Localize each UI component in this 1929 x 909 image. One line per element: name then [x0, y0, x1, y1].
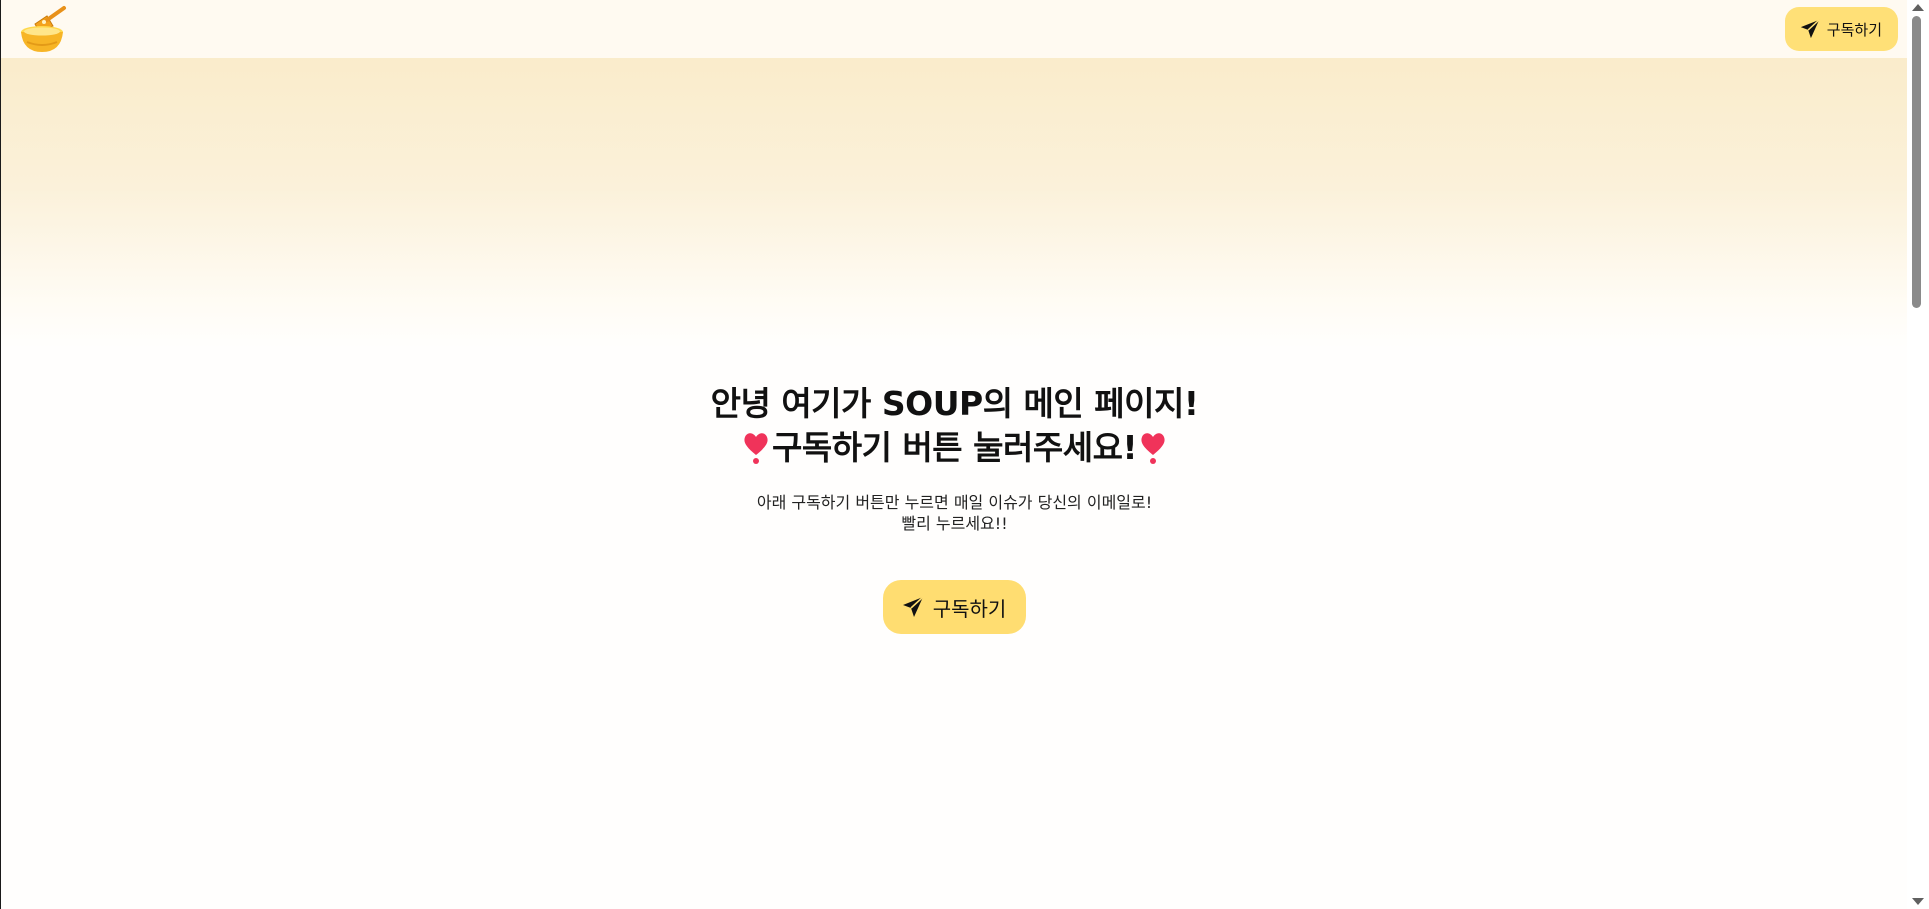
paper-plane-icon — [902, 596, 924, 617]
hero-background — [1, 58, 1908, 348]
header-subscribe-button[interactable]: 구독하기 — [1784, 7, 1898, 51]
soup-bowl-icon[interactable] — [17, 4, 67, 54]
scroll-up-arrow-icon[interactable] — [1912, 4, 1924, 11]
vertical-scrollbar[interactable] — [1907, 0, 1929, 909]
title-line-2: 구독하기 버튼 눌러주세요! — [1, 426, 1908, 470]
description-line-1: 아래 구독하기 버튼만 누르면 매일 이슈가 당신의 이메일로! — [756, 493, 1153, 512]
subscribe-button[interactable]: 구독하기 — [882, 580, 1027, 634]
hero-section: 안녕 여기가 SOUP의 메인 페이지! 구독하기 버튼 눌러주세요! 아래 구… — [1, 382, 1908, 634]
heart-exclamation-icon — [744, 433, 768, 464]
heart-exclamation-icon — [1141, 433, 1165, 464]
page-title: 안녕 여기가 SOUP의 메인 페이지! 구독하기 버튼 눌러주세요! — [1, 382, 1908, 470]
description-line-2: 빨리 누르세요!! — [901, 514, 1008, 533]
scrollbar-thumb[interactable] — [1912, 16, 1921, 308]
scroll-down-arrow-icon[interactable] — [1912, 898, 1924, 905]
hero-description: 아래 구독하기 버튼만 누르면 매일 이슈가 당신의 이메일로! 빨리 누르세요… — [1, 492, 1908, 534]
title-line-2-text: 구독하기 버튼 눌러주세요! — [772, 428, 1138, 467]
page: 구독하기 안녕 여기가 SOUP의 메인 페이지! 구독하기 버튼 눌러주세요!… — [0, 0, 1908, 909]
header-subscribe-label: 구독하기 — [1826, 20, 1882, 39]
top-nav: 구독하기 — [1, 0, 1908, 58]
subscribe-button-label: 구독하기 — [932, 596, 1007, 621]
title-line-1: 안녕 여기가 SOUP의 메인 페이지! — [710, 384, 1199, 423]
paper-plane-icon — [1800, 19, 1820, 39]
